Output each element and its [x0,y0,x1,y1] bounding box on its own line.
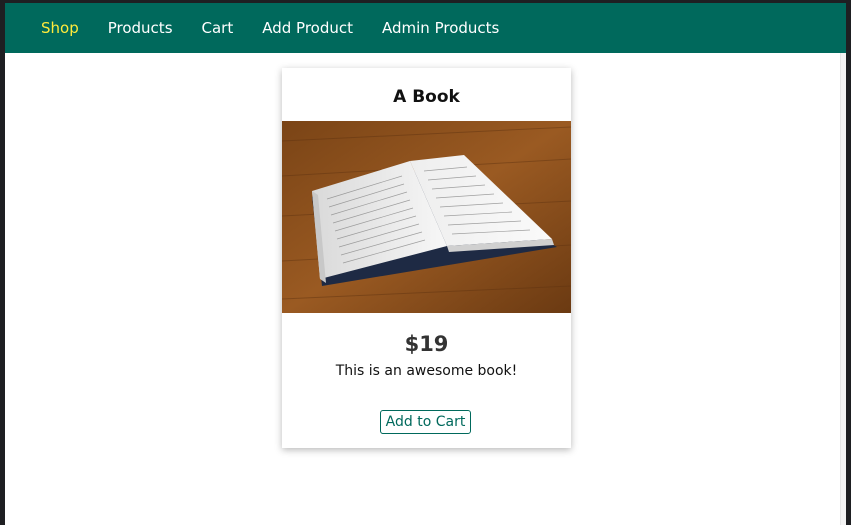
page-scrollbar[interactable] [840,53,846,525]
nav-link-shop[interactable]: Shop [41,19,79,37]
product-title: A Book [393,87,460,107]
add-to-cart-button[interactable]: Add to Cart [380,410,471,434]
product-card: A Book $19 This is an awesome book! Add … [282,68,571,448]
product-price: $19 [404,332,449,356]
nav-link-products[interactable]: Products [108,19,173,37]
nav-link-add-product[interactable]: Add Product [262,19,353,37]
product-description: This is an awesome book! [335,363,518,379]
nav-link-admin-products[interactable]: Admin Products [382,19,499,37]
product-image [282,121,571,313]
browser-viewport: Shop Products Cart Add Product Admin Pro… [5,3,846,525]
nav-link-cart[interactable]: Cart [202,19,234,37]
main-navbar: Shop Products Cart Add Product Admin Pro… [5,3,846,53]
